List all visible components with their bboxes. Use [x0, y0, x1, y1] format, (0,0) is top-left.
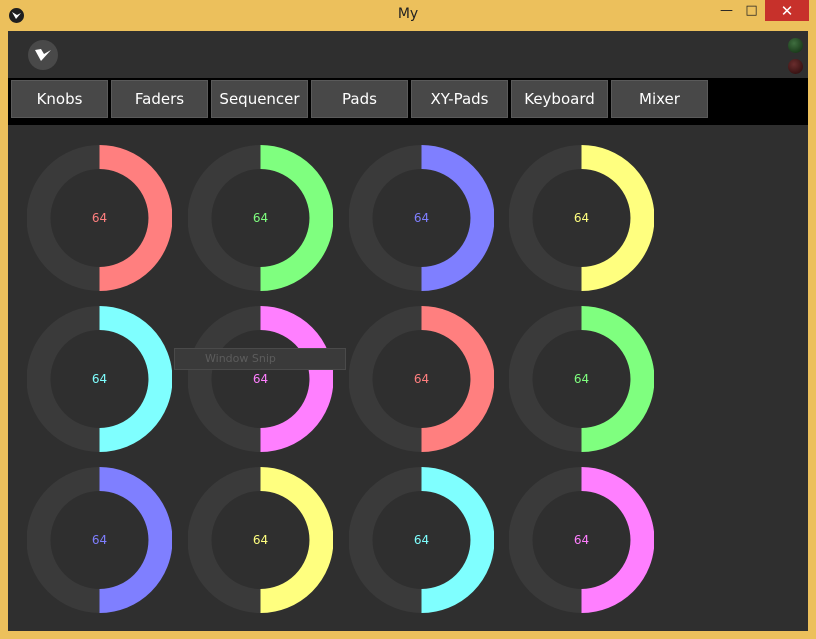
- knob[interactable]: 64: [349, 467, 494, 613]
- status-led-green: [788, 38, 803, 53]
- knob[interactable]: 64: [188, 306, 333, 452]
- kivy-logo-icon: [28, 40, 58, 70]
- knob[interactable]: 64: [349, 306, 494, 452]
- tab-sequencer[interactable]: Sequencer: [211, 80, 308, 118]
- knob-value: 64: [573, 372, 590, 386]
- tab-keyboard[interactable]: Keyboard: [511, 80, 608, 118]
- app-window: My — □ ✕ Knobs Faders Sequencer Pads XY-…: [0, 0, 816, 639]
- knobs-panel: 64 64 64 64 64 64 64 64 64 64 64 64 Wind…: [8, 125, 808, 631]
- knob-value: 64: [413, 533, 430, 547]
- maximize-button[interactable]: □: [738, 0, 765, 21]
- tab-faders[interactable]: Faders: [111, 80, 208, 118]
- knob-value: 64: [413, 372, 430, 386]
- minimize-icon: —: [720, 3, 733, 18]
- close-icon: ✕: [780, 1, 794, 20]
- tab-bar: Knobs Faders Sequencer Pads XY-Pads Keyb…: [8, 78, 808, 125]
- knob-value: 64: [573, 211, 590, 225]
- knob[interactable]: 64: [509, 467, 654, 613]
- app-header: [8, 31, 808, 78]
- knob-value: 64: [91, 533, 108, 547]
- knob[interactable]: 64: [509, 306, 654, 452]
- minimize-button[interactable]: —: [713, 0, 740, 21]
- window-snip-overlay: Window Snip: [174, 348, 346, 370]
- knob[interactable]: 64: [349, 145, 494, 291]
- app-client-area: Knobs Faders Sequencer Pads XY-Pads Keyb…: [8, 31, 808, 631]
- knob[interactable]: 64: [27, 467, 172, 613]
- knob-value: 64: [413, 211, 430, 225]
- knob-value: 64: [252, 211, 269, 225]
- knob-value: 64: [91, 211, 108, 225]
- tab-knobs[interactable]: Knobs: [11, 80, 108, 118]
- tab-pads[interactable]: Pads: [311, 80, 408, 118]
- tab-xy-pads[interactable]: XY-Pads: [411, 80, 508, 118]
- knob-value: 64: [91, 372, 108, 386]
- knob[interactable]: 64: [509, 145, 654, 291]
- knob[interactable]: 64: [188, 467, 333, 613]
- knob-value: 64: [573, 533, 590, 547]
- tab-mixer[interactable]: Mixer: [611, 80, 708, 118]
- knob[interactable]: 64: [27, 306, 172, 452]
- close-button[interactable]: ✕: [765, 0, 809, 21]
- title-bar[interactable]: My — □ ✕: [0, 0, 816, 31]
- knob[interactable]: 64: [188, 145, 333, 291]
- maximize-icon: □: [745, 3, 758, 18]
- window-title: My: [397, 6, 419, 22]
- status-led-red: [788, 59, 803, 74]
- knob[interactable]: 64: [27, 145, 172, 291]
- knob-value: 64: [252, 533, 269, 547]
- knob-value: 64: [252, 372, 269, 386]
